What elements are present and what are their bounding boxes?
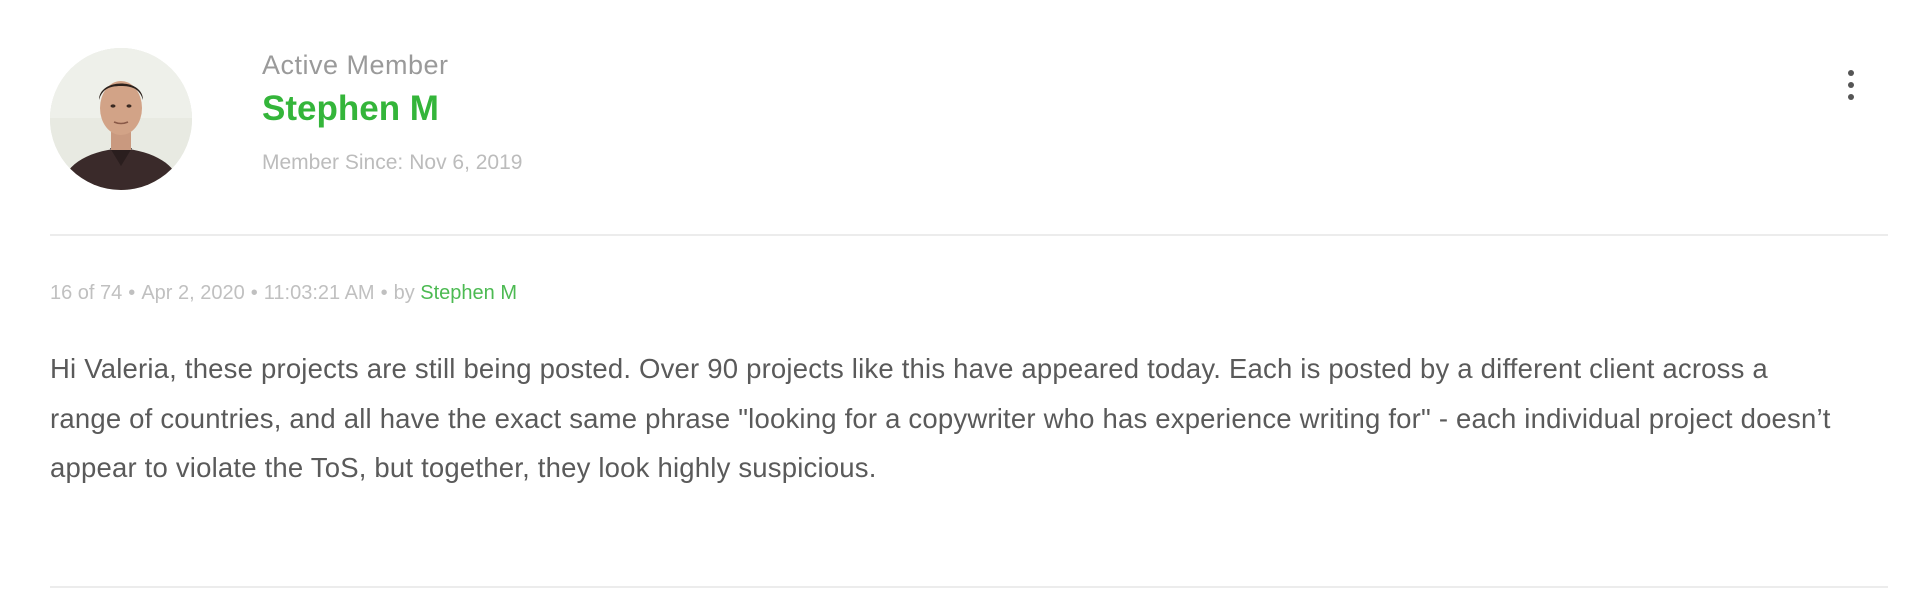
post-body-text: Hi Valeria, these projects are still bei… [50, 353, 1831, 483]
avatar[interactable] [50, 48, 192, 190]
member-since-label: Member Since: [262, 151, 404, 174]
member-since: Member Since: Nov 6, 2019 [262, 150, 522, 176]
post-author-link[interactable]: Stephen M [420, 282, 517, 304]
meta-separator: • [380, 282, 388, 304]
footer-divider [50, 586, 1888, 588]
meta-separator: • [250, 282, 258, 304]
post-time: 11:03:21 AM [263, 282, 375, 304]
header-divider [50, 234, 1888, 236]
post-date: Apr 2, 2020 [141, 282, 245, 304]
avatar-image [50, 48, 192, 190]
member-name-link[interactable]: Stephen M [262, 88, 522, 130]
member-rank: Active Member [262, 50, 449, 80]
post-by-label: by [393, 282, 415, 304]
forum-post: Active Member Stephen M Member Since: Nov… [0, 0, 1920, 606]
member-info: Active Member Stephen M Member Since: Nov… [262, 48, 522, 176]
post-body: Hi Valeria, these projects are still bei… [50, 344, 1840, 493]
post-meta: 16 of 74 • Apr 2, 2020 • 11:03:21 AM • by Step… [50, 280, 517, 306]
member-since-date: Nov 6, 2019 [409, 151, 523, 174]
meta-separator: • [128, 282, 136, 304]
post-options-button[interactable] [1836, 60, 1866, 110]
vertical-ellipsis-icon [1848, 67, 1854, 103]
post-position: 16 of 74 [50, 282, 123, 304]
